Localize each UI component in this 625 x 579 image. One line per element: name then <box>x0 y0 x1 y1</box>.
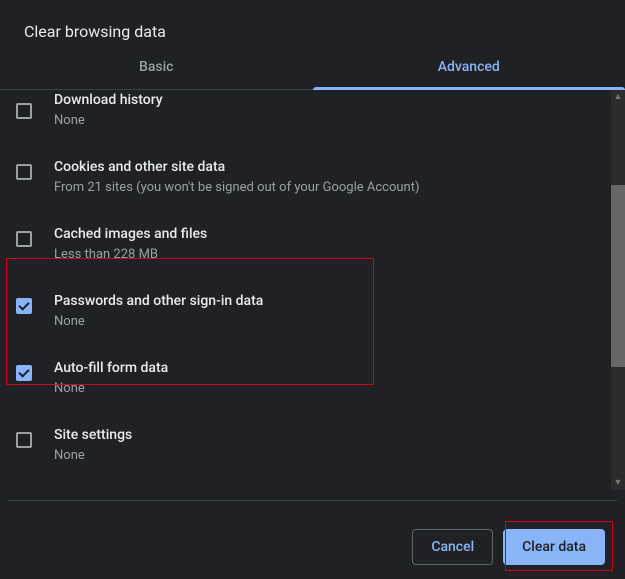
item-text: Download history None <box>54 90 595 131</box>
item-text: Passwords and other sign-in data None <box>54 289 595 332</box>
checkbox-cookies[interactable] <box>16 164 32 180</box>
scrollbar-track[interactable]: ▲ ▼ <box>611 90 625 490</box>
list-item: Hosted app data 5 apps (Cloud Print, Gma… <box>0 478 611 490</box>
item-sub: None <box>54 111 595 131</box>
list-item: Site settings None <box>0 411 611 478</box>
list-item: Download history None <box>0 94 611 143</box>
footer: Cancel Clear data <box>412 529 605 565</box>
item-text: Auto-fill form data None <box>54 356 595 399</box>
scroll-area: Download history None Cookies and other … <box>0 90 611 490</box>
item-title: Cached images and files <box>54 224 595 244</box>
item-title: Passwords and other sign-in data <box>54 291 595 311</box>
tab-advanced[interactable]: Advanced <box>313 59 625 89</box>
scrollbar-down-icon[interactable]: ▼ <box>611 476 625 490</box>
item-sub: None <box>54 446 595 466</box>
checkbox-site-settings[interactable] <box>16 432 32 448</box>
checkbox-passwords[interactable] <box>16 298 32 314</box>
item-text: Site settings None <box>54 423 595 466</box>
scrollbar-up-icon[interactable]: ▲ <box>611 90 625 104</box>
list-item: Auto-fill form data None <box>0 344 611 411</box>
tab-basic[interactable]: Basic <box>0 59 313 89</box>
item-title: Site settings <box>54 425 595 445</box>
item-sub: From 21 sites (you won't be signed out o… <box>54 178 595 198</box>
item-title: Auto-fill form data <box>54 358 595 378</box>
list-item: Cached images and files Less than 228 MB <box>0 210 611 277</box>
item-title: Cookies and other site data <box>54 157 595 177</box>
scrollbar-thumb[interactable] <box>611 185 625 367</box>
cancel-button[interactable]: Cancel <box>412 529 493 565</box>
checkbox-autofill[interactable] <box>16 365 32 381</box>
item-title: Download history <box>54 90 595 110</box>
item-sub: Less than 228 MB <box>54 245 595 265</box>
list-item: Passwords and other sign-in data None <box>0 277 611 344</box>
dialog-title: Clear browsing data <box>0 0 625 59</box>
content-area: Download history None Cookies and other … <box>0 90 625 490</box>
item-sub: None <box>54 312 595 332</box>
footer-separator <box>8 500 617 501</box>
item-text: Cached images and files Less than 228 MB <box>54 222 595 265</box>
checkbox-download-history[interactable] <box>16 103 32 119</box>
list-item: Cookies and other site data From 21 site… <box>0 143 611 210</box>
clear-data-button[interactable]: Clear data <box>503 529 605 565</box>
tabs-container: Basic Advanced <box>0 59 625 90</box>
item-sub: None <box>54 379 595 399</box>
checkbox-cached[interactable] <box>16 231 32 247</box>
item-text: Cookies and other site data From 21 site… <box>54 155 595 198</box>
